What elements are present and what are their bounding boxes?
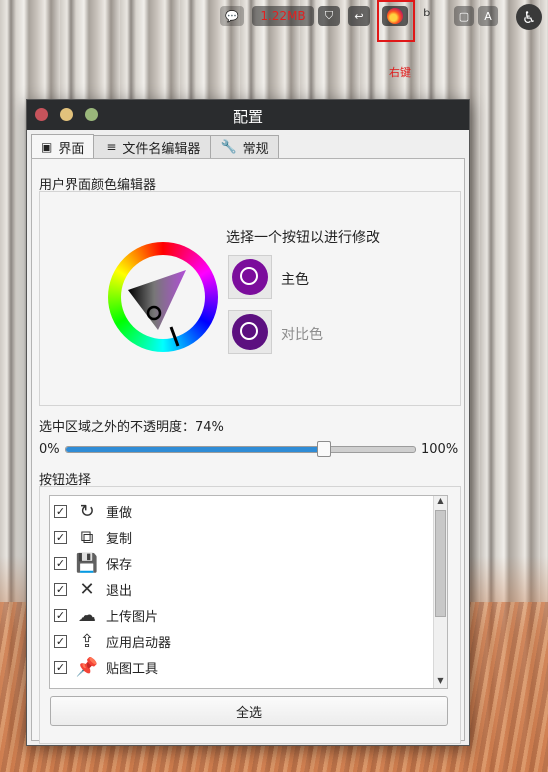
- title-bar[interactable]: 配置: [27, 100, 469, 130]
- tab-bar: ▣ 界面 ≡ 文件名编辑器 🔧 常规: [31, 134, 279, 159]
- list-item[interactable]: ✓ ✕ 退出: [54, 576, 132, 602]
- opacity-max-label: 100%: [421, 442, 459, 457]
- copy-icon: ⧉: [80, 526, 94, 548]
- list-item-label: 贴图工具: [106, 661, 159, 677]
- main-color-button[interactable]: [228, 255, 272, 299]
- tab-general[interactable]: 🔧 常规: [210, 135, 279, 158]
- tab-filename-editor[interactable]: ≡ 文件名编辑器: [93, 135, 212, 158]
- checkbox[interactable]: ✓: [54, 634, 67, 648]
- shield-tray-icon[interactable]: ⛉: [318, 6, 340, 26]
- checkbox[interactable]: ✓: [54, 504, 67, 518]
- scrollbar-thumb[interactable]: [435, 510, 446, 617]
- app-launcher-icon: ⇪: [79, 630, 95, 652]
- list-item[interactable]: ✓ 📌 贴图工具: [54, 654, 158, 680]
- bing-icon[interactable]: ᵇ: [416, 6, 438, 27]
- opacity-label: 选中区域之外的不透明度：74%: [39, 420, 224, 435]
- list-item[interactable]: ✓ ⧉ 复制: [54, 524, 132, 550]
- checkbox[interactable]: ✓: [54, 556, 67, 570]
- interface-icon: ▣: [41, 140, 53, 154]
- list-item-label: 复制: [106, 531, 133, 547]
- tab-label: 界面: [58, 141, 85, 157]
- opacity-slider-handle[interactable]: [317, 441, 332, 457]
- accessibility-icon[interactable]: ♿: [516, 4, 542, 30]
- keyboard-tray-icon[interactable]: A: [478, 6, 498, 26]
- checkbox[interactable]: ✓: [54, 582, 67, 596]
- input-tray-icon[interactable]: ↩: [348, 6, 370, 26]
- list-item[interactable]: ✓ 💾 保存: [54, 550, 132, 576]
- pin-icon: 📌: [75, 656, 99, 678]
- opacity-slider-fill: [66, 447, 325, 452]
- network-speed: 1.22MB: [252, 6, 314, 26]
- window-tray-icon[interactable]: ▢: [454, 6, 474, 26]
- color-editor-group: 选择一个按钮以进行修改 主色 对比色: [39, 191, 461, 406]
- list-item[interactable]: ✓ ↻ 重做: [54, 498, 132, 524]
- color-wheel[interactable]: [108, 242, 218, 352]
- save-icon: 💾: [75, 552, 99, 574]
- redo-icon: ↻: [79, 500, 95, 522]
- button-selection-group: ✓ ↻ 重做 ✓ ⧉ 复制 ✓ 💾 保存 ✓ ✕ 退出 ✓ ☁ 上传图片 ✓ ⇪…: [39, 486, 461, 744]
- tab-interface[interactable]: ▣ 界面: [31, 134, 95, 159]
- filename-editor-icon: ≡: [106, 140, 117, 154]
- list-item-label: 上传图片: [106, 609, 159, 625]
- checkbox[interactable]: ✓: [54, 608, 67, 622]
- contrast-color-label: 对比色: [281, 327, 323, 343]
- checkbox[interactable]: ✓: [54, 530, 67, 544]
- opacity-value: 74%: [195, 420, 224, 435]
- contrast-color-button[interactable]: [228, 310, 272, 354]
- list-item[interactable]: ✓ ☁ 上传图片: [54, 602, 158, 628]
- list-item-label: 应用启动器: [106, 635, 172, 651]
- config-window: 配置 ▣ 界面 ≡ 文件名编辑器 🔧 常规 用户界面颜色编辑器 选择一个按钮以进…: [26, 99, 470, 746]
- scroll-up-icon[interactable]: ▲: [434, 496, 447, 508]
- window-title: 配置: [232, 108, 263, 126]
- highlight-label: 右键: [389, 66, 411, 79]
- chat-icon[interactable]: 💬: [220, 6, 244, 26]
- select-all-button[interactable]: 全选: [50, 696, 448, 726]
- list-scrollbar[interactable]: ▲ ▼: [433, 496, 447, 688]
- tab-label: 文件名编辑器: [122, 141, 201, 157]
- list-item-label: 重做: [106, 505, 133, 521]
- wrench-icon: 🔧: [220, 139, 237, 155]
- color-triangle[interactable]: [108, 242, 218, 352]
- list-item[interactable]: ✓ ⇪ 应用启动器: [54, 628, 171, 654]
- close-icon: ✕: [79, 578, 95, 600]
- checkbox[interactable]: ✓: [54, 660, 67, 674]
- highlight-box: [377, 0, 415, 42]
- main-color-label: 主色: [281, 272, 309, 288]
- tab-label: 常规: [242, 141, 269, 157]
- upload-icon: ☁: [78, 604, 96, 626]
- button-list[interactable]: ✓ ↻ 重做 ✓ ⧉ 复制 ✓ 💾 保存 ✓ ✕ 退出 ✓ ☁ 上传图片 ✓ ⇪…: [49, 495, 448, 689]
- interface-tab-pane: 用户界面颜色编辑器 选择一个按钮以进行修改 主色 对比色 选中区域之外的不透明度…: [31, 158, 465, 744]
- list-item-label: 保存: [106, 557, 133, 573]
- list-item-label: 退出: [106, 583, 133, 599]
- opacity-slider[interactable]: [65, 446, 416, 453]
- color-prompt: 选择一个按钮以进行修改: [226, 230, 380, 246]
- opacity-min-label: 0%: [39, 442, 60, 457]
- scroll-down-icon[interactable]: ▼: [434, 676, 447, 688]
